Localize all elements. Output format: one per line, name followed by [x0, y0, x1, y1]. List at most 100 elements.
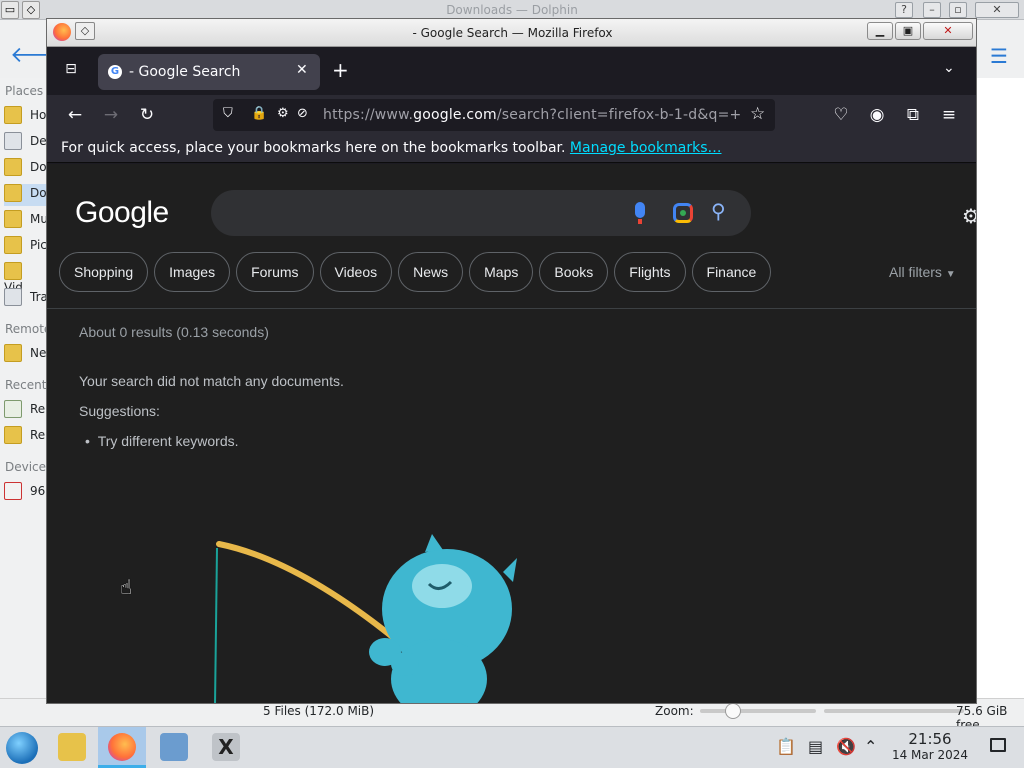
hand-cursor-icon: ☝ — [120, 575, 133, 599]
place-item[interactable]: Do — [4, 158, 48, 180]
extensions-icon[interactable]: ⧉ — [901, 103, 925, 127]
dolphin-title: Downloads — Dolphin — [446, 3, 578, 17]
place-item[interactable]: Tra — [4, 288, 48, 310]
url-bar[interactable]: ⛉ 🔒 ⚙ ⊘ https://www.google.com/search?cl… — [213, 99, 775, 131]
url-text[interactable]: https://www.google.com/search?client=fir… — [323, 107, 741, 123]
show-desktop-icon[interactable] — [990, 738, 1006, 752]
voice-search-icon[interactable] — [635, 202, 645, 224]
place-item[interactable]: Re — [4, 426, 48, 448]
place-item[interactable]: Ho — [4, 106, 48, 128]
clipboard-icon[interactable]: 📋 — [776, 737, 796, 756]
bookmarks-hint: For quick access, place your bookmarks h… — [61, 140, 566, 156]
drive-icon — [4, 482, 22, 500]
place-item-downloads[interactable]: Do — [4, 184, 48, 206]
maximize-button[interactable]: ▣ — [895, 22, 921, 40]
close-tab-icon[interactable]: ✕ — [296, 62, 308, 78]
app-menu-icon[interactable]: ≡ — [937, 103, 961, 127]
tracking-protection-shield-icon[interactable]: ⛉ — [223, 106, 233, 121]
zoom-slider[interactable] — [700, 709, 816, 713]
chip-shopping[interactable]: Shopping — [59, 252, 149, 292]
permissions-icon[interactable]: ⚙ — [277, 106, 289, 121]
application-launcher-icon[interactable] — [6, 732, 38, 764]
task-dolphin[interactable] — [48, 727, 96, 768]
bookmarks-message: For quick access, place your bookmarks h… — [61, 140, 721, 156]
tab-label: - Google Search — [129, 64, 241, 80]
result-stats: About 0 results (0.13 seconds) — [79, 324, 269, 340]
reload-icon[interactable]: ↻ — [135, 103, 159, 127]
zoom-slider-handle[interactable] — [725, 703, 741, 719]
new-tab-icon[interactable]: + — [332, 58, 349, 82]
forward-icon[interactable]: → — [99, 103, 123, 127]
firefox-view-icon[interactable]: ⊟ — [61, 61, 81, 81]
dolphin-titlebar: ▭ ◇ Downloads — Dolphin ? – ▫ ✕ — [0, 0, 1024, 20]
settings-gear-icon[interactable]: ⚙ — [962, 204, 976, 228]
help-button[interactable]: ? — [895, 2, 913, 18]
free-space-bar — [824, 709, 964, 713]
location-blocked-icon[interactable]: ⊘ — [297, 106, 308, 121]
pocket-icon[interactable]: ♡ — [829, 103, 853, 127]
list-all-tabs-icon[interactable]: ⌄ — [943, 60, 955, 76]
chip-books[interactable]: Books — [539, 252, 609, 292]
clock-date: 14 Mar 2024 — [891, 748, 969, 762]
chip-images[interactable]: Images — [154, 252, 231, 292]
place-item[interactable]: Ne — [4, 344, 48, 366]
documents-folder-icon — [4, 158, 22, 176]
search-icon[interactable]: ⚲ — [711, 199, 726, 223]
url-prefix: https://www. — [323, 107, 414, 123]
search-input[interactable]: ⚲ — [211, 190, 751, 236]
task-xorg[interactable]: X — [202, 727, 250, 768]
desktop-icon — [4, 132, 22, 150]
search-filter-chips: Shopping Images Forums Videos News Maps Books F… — [59, 252, 777, 292]
bookmark-star-icon[interactable]: ☆ — [750, 104, 765, 124]
place-item[interactable]: Re — [4, 400, 48, 422]
chip-flights[interactable]: Flights — [614, 252, 686, 292]
restore-button[interactable]: ▫ — [949, 2, 967, 18]
chip-forums[interactable]: Forums — [236, 252, 314, 292]
manage-bookmarks-link[interactable]: Manage bookmarks… — [570, 140, 722, 156]
fishing-monster-illustration — [214, 534, 517, 703]
volume-muted-icon[interactable]: 🔇 — [836, 737, 856, 756]
task-system-settings[interactable] — [150, 727, 198, 768]
chip-news[interactable]: News — [398, 252, 464, 292]
dolphin-file-view[interactable] — [976, 78, 1024, 698]
clock[interactable]: 21:56 14 Mar 2024 — [890, 730, 970, 762]
all-filters-dropdown[interactable]: All filters ▼ — [889, 264, 956, 280]
all-filters-label: All filters — [889, 264, 942, 280]
chip-finance[interactable]: Finance — [691, 252, 772, 292]
divider — [47, 308, 976, 309]
place-item[interactable]: Vid — [4, 262, 48, 295]
close-button[interactable]: ✕ — [975, 2, 1019, 18]
clock-time: 21:56 — [908, 730, 952, 748]
chip-videos[interactable]: Videos — [319, 252, 393, 292]
url-domain: google.com — [413, 107, 497, 123]
account-icon[interactable]: ◉ — [865, 103, 889, 127]
pictures-folder-icon — [4, 236, 22, 254]
place-item[interactable]: 96 — [4, 482, 48, 504]
tab-strip: ⊟ G - Google Search ✕ + ⌄ — [47, 47, 976, 95]
suggestion-item: • Try different keywords. — [85, 433, 239, 449]
task-firefox[interactable] — [98, 727, 146, 768]
downloads-folder-icon — [4, 184, 22, 202]
videos-folder-icon — [4, 262, 22, 280]
file-count: 5 Files (172.0 MiB) — [263, 704, 375, 718]
recent-locations-icon — [4, 426, 22, 444]
suggestion-text: Try different keywords. — [97, 433, 239, 449]
chip-maps[interactable]: Maps — [469, 252, 534, 292]
taskbar: X 📋 ▤ 🔇 ⌃ 21:56 14 Mar 2024 — [0, 726, 1024, 768]
lock-icon[interactable]: 🔒 — [251, 106, 267, 121]
bookmarks-toolbar: For quick access, place your bookmarks h… — [47, 135, 976, 163]
google-lens-icon[interactable] — [673, 203, 693, 223]
home-folder-icon — [4, 106, 22, 124]
google-logo[interactable]: Google — [75, 196, 169, 230]
notes-icon[interactable]: ▤ — [808, 737, 823, 756]
place-item[interactable]: Pic — [4, 236, 48, 258]
place-item[interactable]: De — [4, 132, 48, 154]
tray-expand-icon[interactable]: ⌃ — [864, 737, 877, 756]
minimize-button[interactable]: – — [923, 2, 941, 18]
hamburger-menu-icon[interactable]: ☰ — [990, 44, 1008, 68]
place-item[interactable]: Mu — [4, 210, 48, 232]
back-icon[interactable]: ← — [63, 103, 87, 127]
tab-google-search[interactable]: G - Google Search ✕ — [98, 54, 320, 90]
minimize-button[interactable]: ▁ — [867, 22, 893, 40]
close-button[interactable]: ✕ — [923, 22, 973, 40]
